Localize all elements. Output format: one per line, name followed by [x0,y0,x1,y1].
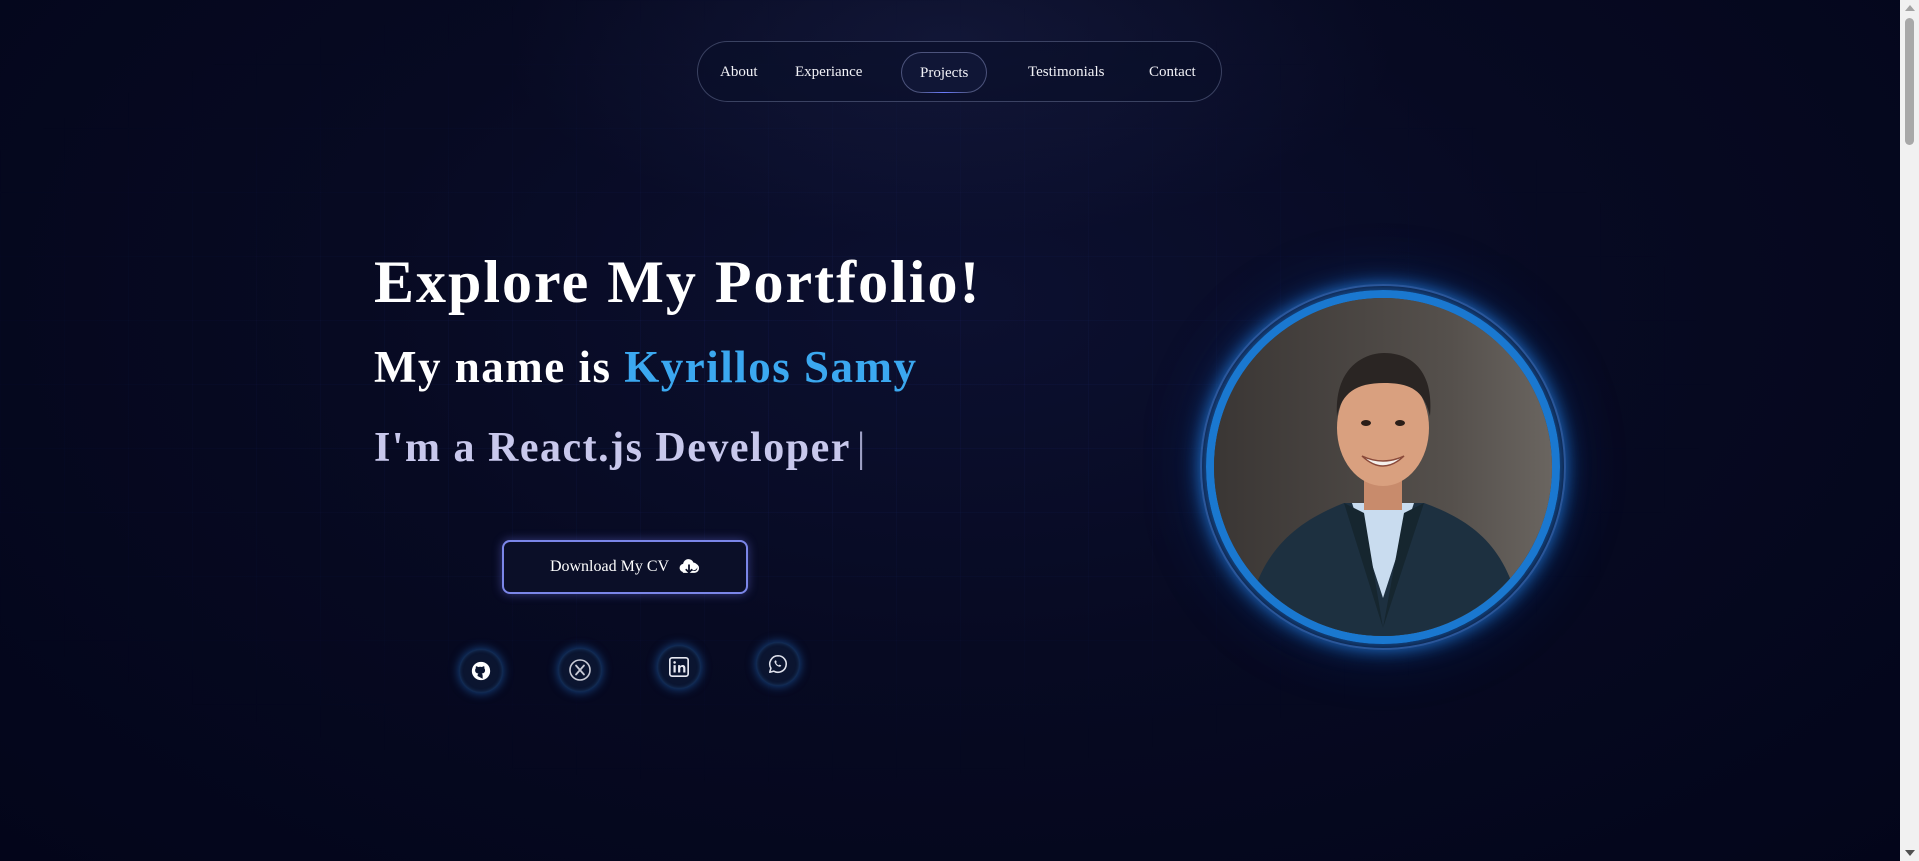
linkedin-link[interactable] [657,645,701,689]
hero-name-prefix: My name is [374,342,612,392]
background-glow [500,0,1400,240]
whatsapp-link[interactable] [756,642,800,686]
github-icon [471,661,491,681]
nav-item-contact[interactable]: Contact [1149,42,1196,103]
page-scrollbar[interactable] [1900,0,1919,861]
scroll-up-arrow[interactable] [1905,5,1915,11]
github-link[interactable] [459,649,503,693]
nav-item-testimonials[interactable]: Testimonials [1028,42,1104,103]
hero-name: Kyrillos Samy [624,342,918,392]
x-twitter-icon [569,659,591,681]
typing-cursor: | [856,425,867,471]
profile-photo [1206,290,1560,644]
nav-item-projects[interactable]: Projects [901,52,988,93]
profile-illustration [1214,298,1552,636]
scrollbar-thumb[interactable] [1905,18,1914,145]
linkedin-icon [669,657,689,677]
x-twitter-link[interactable] [558,648,602,692]
nav-item-experiance[interactable]: Experiance [795,42,862,103]
top-nav: About Experiance Projects Testimonials C… [697,41,1222,102]
hero-role: I'm a React.js Developer [374,425,851,471]
nav-item-about[interactable]: About [720,42,758,103]
whatsapp-icon [768,654,787,674]
download-cv-button[interactable]: Download My CV [502,540,748,594]
hero-name-line: My name is Kyrillos Samy [374,345,918,390]
hero-title: Explore My Portfolio! [374,249,982,315]
cloud-download-icon [679,559,700,574]
scroll-down-arrow[interactable] [1905,850,1915,856]
hero-role-line: I'm a React.js Developer | [374,427,867,469]
download-cv-label: Download My CV [549,558,670,575]
